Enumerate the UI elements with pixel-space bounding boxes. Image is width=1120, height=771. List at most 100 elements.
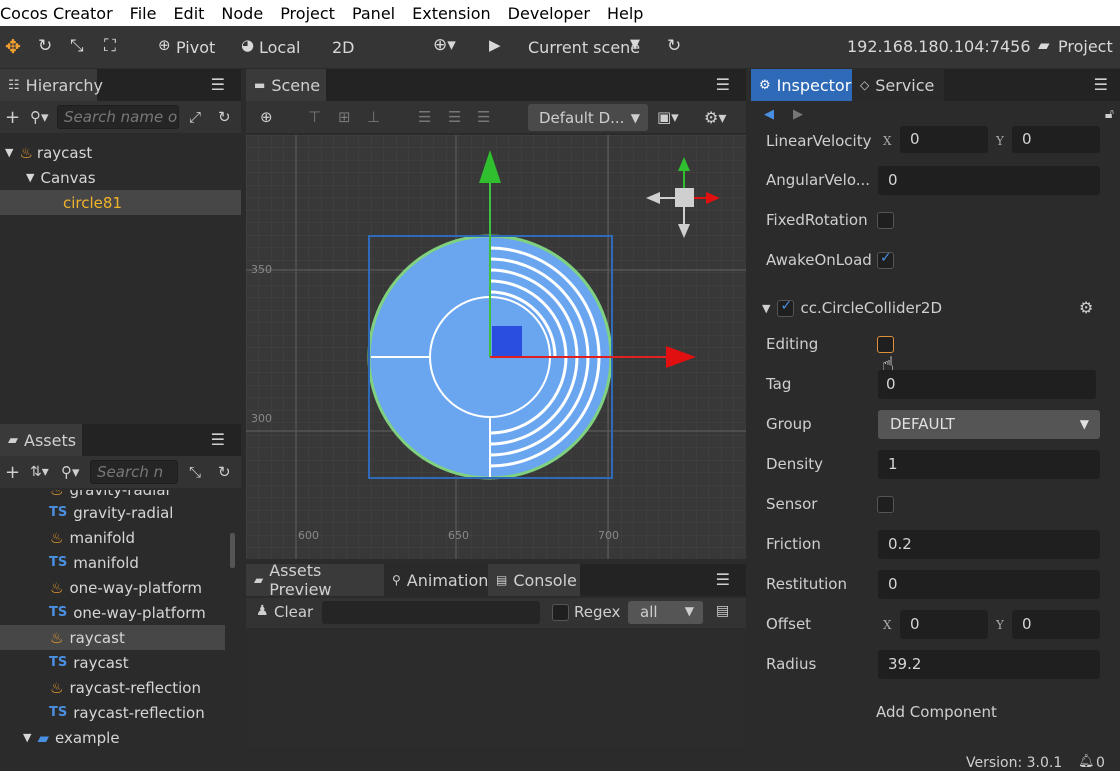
scene-select[interactable]: Current scene [528, 38, 640, 57]
tree-node-canvas[interactable]: ▼ Canvas [0, 165, 241, 190]
menu-edit[interactable]: Edit [173, 4, 204, 23]
align-center-icon[interactable]: ☰ [448, 108, 461, 126]
chevron-down-icon[interactable]: ▼ [26, 171, 34, 184]
menu-panel[interactable]: Panel [352, 4, 395, 23]
asset-item[interactable]: TS manifold [0, 550, 225, 575]
tree-node-raycast[interactable]: ▼ ♨ raycast [0, 140, 241, 165]
hierarchy-refresh-icon[interactable]: ↻ [218, 108, 231, 126]
align-middle-icon[interactable]: ⊞ [338, 108, 351, 126]
asset-folder-example[interactable]: ▼ ▰ example [0, 725, 225, 748]
add-node-icon[interactable]: + [5, 107, 20, 128]
local-button[interactable]: Local [259, 38, 300, 57]
assets-refresh-icon[interactable]: ↻ [218, 463, 231, 481]
component-enabled-checkbox[interactable]: ✓ [777, 298, 795, 317]
preview-platform-icon[interactable]: ⊕▾ [433, 35, 456, 55]
menu-developer[interactable]: Developer [508, 4, 590, 23]
mode-2d-button[interactable]: 2D [332, 38, 355, 57]
menu-node[interactable]: Node [221, 4, 263, 23]
scene-menu-icon[interactable]: ☰ [716, 75, 730, 94]
clear-button[interactable]: Clear [274, 603, 313, 621]
add-asset-icon[interactable]: + [5, 462, 20, 483]
linear-velocity-x-input[interactable]: 0 [900, 126, 988, 153]
sensor-checkbox[interactable] [877, 496, 894, 513]
group-select[interactable]: DEFAULT ▼ [878, 410, 1100, 439]
assets-scrollbar[interactable] [230, 533, 235, 568]
asset-item[interactable]: TS one-way-platform [0, 600, 225, 625]
tab-animation[interactable]: ⚲ Animation [384, 564, 488, 596]
forward-icon[interactable]: ▶ [793, 107, 803, 122]
log-level-select[interactable]: all ▼ [628, 601, 703, 624]
scale-tool-icon[interactable]: ⤡ [70, 36, 84, 56]
tab-console[interactable]: ▤ Console [488, 564, 580, 596]
menu-project[interactable]: Project [280, 4, 335, 23]
globe-local-icon[interactable]: ◕ [241, 36, 254, 54]
project-button[interactable]: Project [1058, 37, 1113, 56]
hierarchy-menu-icon[interactable]: ☰ [211, 75, 225, 94]
chevron-down-icon[interactable]: ▼ [5, 146, 13, 159]
tree-node-circle81[interactable]: circle81 [0, 190, 241, 215]
assets-menu-icon[interactable]: ☰ [211, 430, 225, 449]
sort-icon[interactable]: ⇅▾ [30, 464, 49, 480]
awake-on-load-checkbox[interactable] [877, 250, 894, 269]
scene-settings-icon[interactable]: ⚙▾ [704, 108, 726, 127]
add-component-button[interactable]: Add Component [876, 703, 997, 721]
console-menu-icon[interactable]: ☰ [716, 570, 730, 589]
search-type-icon[interactable]: ⚲▾ [30, 108, 49, 126]
bell-icon[interactable]: 🔔︎ [1078, 754, 1095, 769]
asset-item[interactable]: TS raycast-reflection [0, 700, 225, 725]
offset-y-input[interactable]: 0 [1012, 610, 1100, 639]
collapse-icon[interactable]: ⤡ [189, 463, 201, 481]
rotate-tool-icon[interactable]: ↻ [38, 36, 52, 56]
tab-hierarchy[interactable]: ☷ Hierarchy [0, 69, 103, 101]
align-top-icon[interactable]: ⊤ [308, 108, 321, 126]
open-log-icon[interactable]: ▤ [716, 603, 729, 619]
angular-velocity-input[interactable]: 0 [878, 166, 1100, 195]
rect-tool-icon[interactable]: ⛶ [104, 36, 116, 56]
tab-assets[interactable]: ▰ Assets [0, 424, 82, 456]
fixed-rotation-checkbox[interactable] [877, 212, 894, 229]
asset-item-selected[interactable]: ♨ raycast [0, 625, 225, 650]
chevron-down-icon[interactable]: ▼ [23, 731, 31, 744]
asset-item[interactable]: ♨ manifold [0, 525, 225, 550]
pivot-button[interactable]: Pivot [176, 38, 215, 57]
editing-checkbox[interactable] [877, 336, 894, 353]
scene-canvas[interactable] [246, 135, 746, 559]
tab-assets-preview[interactable]: ▰ Assets Preview [246, 561, 384, 599]
friction-input[interactable]: 0.2 [878, 530, 1100, 559]
chevron-down-icon[interactable]: ▼ [762, 302, 770, 315]
zoom-icon[interactable]: ⊕ [260, 108, 273, 126]
align-bottom-icon[interactable]: ⊥ [367, 108, 380, 126]
chevron-down-icon[interactable]: ▼ [630, 37, 640, 52]
scene-viewport[interactable]: 350 300 600 650 700 [246, 135, 746, 559]
move-tool-icon[interactable]: ✥ [5, 36, 21, 58]
tab-inspector[interactable]: ⚙ Inspector [751, 69, 852, 101]
menu-file[interactable]: File [130, 4, 157, 23]
asset-item[interactable]: TS gravity-radial [0, 500, 225, 525]
menu-app[interactable]: Cocos Creator [0, 4, 113, 23]
clear-icon[interactable]: ♟ [256, 603, 269, 619]
menu-help[interactable]: Help [607, 4, 643, 23]
hierarchy-search-input[interactable]: Search name o [57, 105, 179, 129]
align-left-icon[interactable]: ☰ [418, 108, 431, 126]
search-type-icon[interactable]: ⚲▾ [61, 463, 80, 481]
camera-icon[interactable]: ▣▾ [657, 108, 679, 126]
linear-velocity-y-input[interactable]: 0 [1012, 126, 1100, 153]
back-icon[interactable]: ◀ [764, 107, 774, 122]
inspector-menu-icon[interactable]: ☰ [1094, 75, 1108, 94]
component-settings-gear-icon[interactable]: ⚙ [1079, 298, 1093, 317]
regex-checkbox[interactable] [552, 604, 569, 621]
tab-service[interactable]: ◇ Service [852, 69, 944, 101]
assets-search-input[interactable]: Search n [90, 460, 178, 484]
play-icon[interactable]: ▶ [489, 36, 501, 54]
tab-scene[interactable]: ▬ Scene [246, 69, 326, 101]
console-filter-input[interactable] [322, 601, 540, 624]
refresh-icon[interactable]: ↻ [667, 36, 681, 56]
tag-input[interactable]: 0 [878, 370, 1096, 399]
component-header[interactable]: ▼ ✓ cc.CircleCollider2D [762, 293, 942, 323]
restitution-input[interactable]: 0 [878, 570, 1100, 599]
menu-extension[interactable]: Extension [412, 4, 491, 23]
lock-icon[interactable]: 🔓︎ [1105, 106, 1114, 122]
density-input[interactable]: 1 [878, 450, 1100, 479]
preview-ip[interactable]: 192.168.180.104:7456 [847, 37, 1031, 56]
align-right-icon[interactable]: ☰ [477, 108, 490, 126]
